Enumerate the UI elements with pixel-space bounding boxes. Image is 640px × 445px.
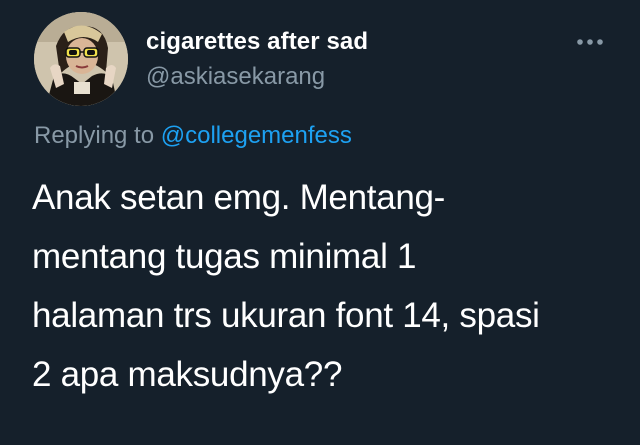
- tweet-text-line: halaman trs ukuran font 14, spasi: [32, 296, 540, 335]
- tweet-text: Anak setan emg. Mentang- mentang tugas m…: [32, 168, 622, 404]
- more-horizontal-icon: [577, 39, 603, 45]
- username[interactable]: @askiasekarang: [146, 63, 325, 91]
- tweet-text-line: 2 apa maksudnya??: [32, 355, 343, 394]
- display-name[interactable]: cigarettes after sad: [146, 28, 368, 56]
- reply-handle-link[interactable]: @collegemenfess: [161, 122, 352, 149]
- tweet-text-line: mentang tugas minimal 1: [32, 237, 417, 276]
- tweet-card: cigarettes after sad @askiasekarang Repl…: [0, 0, 640, 445]
- replying-to-label: Replying to: [34, 122, 155, 149]
- more-options-button[interactable]: [572, 30, 608, 54]
- avatar[interactable]: [34, 12, 128, 106]
- tweet-text-line: Anak setan emg. Mentang-: [32, 178, 446, 217]
- replying-to-line: Replying to @collegemenfess: [34, 122, 352, 150]
- avatar-image: [34, 12, 128, 106]
